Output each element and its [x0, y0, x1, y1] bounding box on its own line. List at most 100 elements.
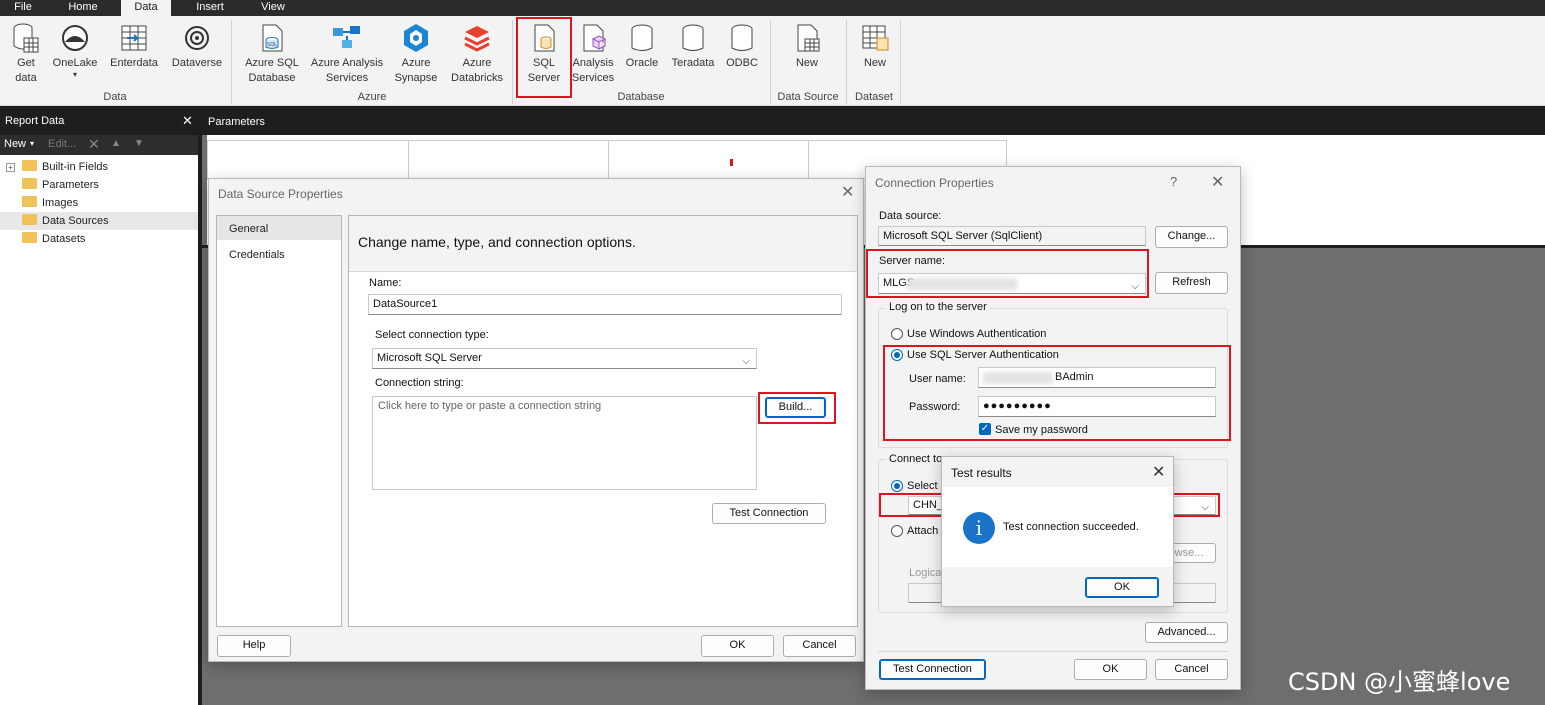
azure-synapse-button[interactable]: Azure Synapse [390, 22, 442, 86]
advanced-button[interactable]: Advanced... [1145, 622, 1228, 643]
ribbon-separator [770, 20, 771, 104]
menu-data[interactable]: Data [121, 0, 171, 16]
close-icon[interactable]: ✕ [1211, 172, 1224, 192]
password-input[interactable]: ●●●●●●●●● [978, 396, 1216, 417]
help-button[interactable]: Help [217, 635, 291, 657]
menu-view[interactable]: View [248, 0, 298, 16]
new-menu-button[interactable]: New [4, 138, 26, 150]
azure-synapse-icon [404, 24, 428, 52]
delete-icon[interactable]: ✕ [88, 136, 100, 153]
enter-data-button[interactable]: Enterdata [106, 22, 162, 71]
oracle-label: Oracle [625, 57, 659, 69]
chevron-down-icon: ⌵ [742, 356, 750, 367]
connection-type-select[interactable]: Microsoft SQL Server ⌵ [372, 348, 757, 369]
connection-string-textarea[interactable]: Click here to type or paste a connection… [372, 396, 757, 490]
tree-label: Datasets [42, 233, 86, 245]
sql-auth-radio[interactable] [891, 349, 903, 361]
new-dataset-button[interactable]: New [850, 22, 900, 71]
tree-item-datasets[interactable]: Datasets [22, 230, 85, 248]
test-connection-button[interactable]: Test Connection [879, 659, 986, 680]
new-dataset-icon [862, 25, 889, 51]
teradata-button[interactable]: Teradata [668, 22, 718, 71]
refresh-button[interactable]: Refresh [1155, 272, 1228, 294]
connection-string-label: Connection string: [375, 377, 464, 389]
enter-data-table-icon [121, 25, 147, 51]
save-password-checkbox[interactable]: ✓ [979, 423, 991, 435]
odbc-button[interactable]: ODBC [720, 22, 764, 71]
tree-item-parameters[interactable]: Parameters [22, 176, 99, 194]
databricks-icon [464, 26, 490, 52]
get-data-button[interactable]: Get data [4, 22, 48, 86]
get-data-label-1: Get [17, 57, 35, 69]
new-data-source-icon [797, 24, 820, 52]
onelake-button[interactable]: OneLake ▾ [50, 22, 100, 79]
edit-button[interactable]: Edit... [48, 138, 76, 150]
data-source-value: Microsoft SQL Server (SqlClient) [878, 226, 1146, 246]
nav-item-credentials[interactable]: Credentials [229, 249, 285, 261]
ok-button[interactable]: OK [701, 635, 774, 657]
get-data-label-2: data [15, 72, 37, 84]
dialog-title: Data Source Properties [218, 187, 343, 201]
move-down-icon[interactable]: ▼ [134, 138, 144, 149]
azure-sql-database-button[interactable]: SQL Azure SQL Database [240, 22, 304, 86]
ribbon-separator [512, 20, 513, 104]
teradata-label: Teradata [671, 57, 715, 69]
windows-auth-radio[interactable] [891, 328, 903, 340]
build-button[interactable]: Build... [765, 397, 826, 418]
password-label: Password: [909, 401, 961, 413]
attach-database-radio[interactable] [891, 525, 903, 537]
nav-item-general[interactable]: General [229, 223, 268, 235]
dataverse-button[interactable]: Dataverse [168, 22, 226, 71]
divider [878, 651, 1228, 652]
menu-home[interactable]: Home [56, 0, 110, 16]
azure-databricks-button[interactable]: Azure Databricks [446, 22, 508, 86]
grid-divider [408, 140, 409, 180]
enter-data-label: Enterdata [110, 57, 158, 69]
tree-item-images[interactable]: Images [22, 194, 78, 212]
analysis-services-button[interactable]: Analysis Services [568, 22, 618, 86]
user-name-input[interactable]: BAdmin [978, 367, 1216, 388]
azure-analysis-services-button[interactable]: Azure Analysis Services [306, 22, 388, 86]
nav-panel: General Credentials [216, 215, 342, 627]
sql-server-button[interactable]: SQL Server [518, 22, 570, 86]
folder-icon [22, 196, 37, 207]
ok-button[interactable]: OK [1085, 577, 1159, 598]
watermark-text: CSDN @小蜜蜂love [1288, 668, 1511, 696]
dialog-title: Connection Properties [875, 176, 994, 190]
ok-button[interactable]: OK [1074, 659, 1147, 680]
connection-type-value: Microsoft SQL Server [377, 352, 482, 364]
report-data-tree: + Built-in Fields Parameters Images Data… [0, 155, 200, 705]
menu-insert[interactable]: Insert [182, 0, 238, 16]
test-connection-button[interactable]: Test Connection [712, 503, 826, 524]
chevron-down-icon: ⌵ [1131, 281, 1139, 292]
menu-bar: File Home Data Insert View [0, 0, 1545, 16]
tree-item-built-in-fields[interactable]: Built-in Fields [22, 158, 108, 176]
general-page: Change name, type, and connection option… [348, 215, 858, 627]
close-icon[interactable]: ✕ [841, 182, 854, 202]
oracle-button[interactable]: Oracle [620, 22, 664, 71]
cancel-button[interactable]: Cancel [1155, 659, 1228, 680]
group-azure-label: Azure [357, 91, 387, 103]
select-database-radio[interactable] [891, 480, 903, 492]
tree-item-data-sources[interactable]: Data Sources [22, 212, 109, 230]
report-data-close-icon[interactable]: ✕ [182, 113, 193, 129]
dataverse-label: Dataverse [171, 57, 223, 69]
close-icon[interactable]: ✕ [1152, 462, 1165, 482]
server-name-combobox[interactable]: MLGS ⌵ [878, 273, 1146, 294]
menu-file[interactable]: File [0, 0, 46, 16]
analysis-services-icon [583, 24, 607, 52]
help-icon[interactable]: ? [1170, 174, 1177, 189]
move-up-icon[interactable]: ▲ [111, 138, 121, 149]
sql-server-label-2: Server [527, 72, 561, 84]
odbc-label: ODBC [726, 57, 758, 69]
expand-icon[interactable]: + [6, 163, 15, 172]
change-button[interactable]: Change... [1155, 226, 1228, 248]
new-data-source-button[interactable]: New [782, 22, 832, 71]
cancel-button[interactable]: Cancel [783, 635, 856, 657]
database-value: CHN_ [913, 499, 943, 511]
pane-splitter[interactable] [198, 135, 202, 705]
azure-analysis-icon [333, 26, 360, 48]
name-input[interactable]: DataSource1 [368, 294, 842, 315]
attach-database-label: Attach [907, 525, 939, 537]
blurred-text [983, 372, 1053, 384]
